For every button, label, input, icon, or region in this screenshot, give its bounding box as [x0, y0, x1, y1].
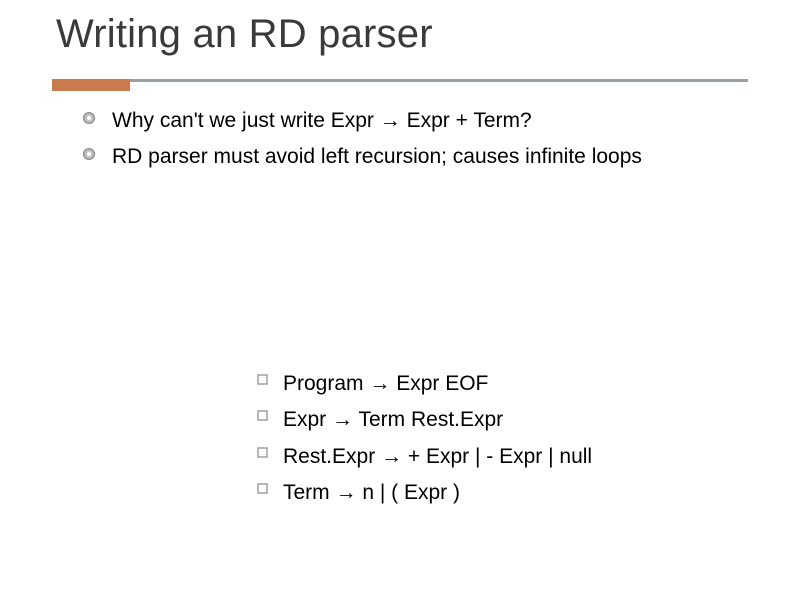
grammar-item: Rest.Expr → + Expr | - Expr | null	[255, 442, 760, 472]
bullet-item: Why can't we just write Expr → Expr + Te…	[80, 106, 760, 136]
grammar-list: Program → Expr EOF Expr → Term Rest.Expr…	[80, 179, 760, 509]
slide-body: Why can't we just write Expr → Expr + Te…	[0, 82, 800, 509]
title-rule-accent	[52, 79, 130, 91]
bullet-item: RD parser must avoid left recursion; cau…	[80, 142, 760, 172]
grammar-item: Expr → Term Rest.Expr	[255, 405, 760, 435]
square-bullet-icon	[255, 483, 269, 494]
grammar-text: Expr → Term Rest.Expr	[283, 405, 503, 435]
square-bullet-icon	[255, 410, 269, 421]
bullet-text: Why can't we just write Expr → Expr + Te…	[112, 106, 760, 136]
bullet-text: RD parser must avoid left recursion; cau…	[112, 142, 760, 172]
grammar-text: Rest.Expr → + Expr | - Expr | null	[283, 442, 592, 472]
square-bullet-icon	[255, 447, 269, 458]
square-bullet-icon	[255, 374, 269, 385]
slide: Writing an RD parser Why can't we just w…	[0, 0, 800, 600]
grammar-item: Term → n | ( Expr )	[255, 478, 760, 508]
grammar-text: Program → Expr EOF	[283, 369, 488, 399]
title-rule-wrap	[0, 79, 800, 82]
disc-bullet-icon	[80, 111, 98, 125]
grammar-item: Program → Expr EOF	[255, 369, 760, 399]
grammar-text: Term → n | ( Expr )	[283, 478, 460, 508]
title-rule	[52, 79, 748, 82]
slide-title: Writing an RD parser	[0, 12, 800, 79]
disc-bullet-icon	[80, 147, 98, 161]
